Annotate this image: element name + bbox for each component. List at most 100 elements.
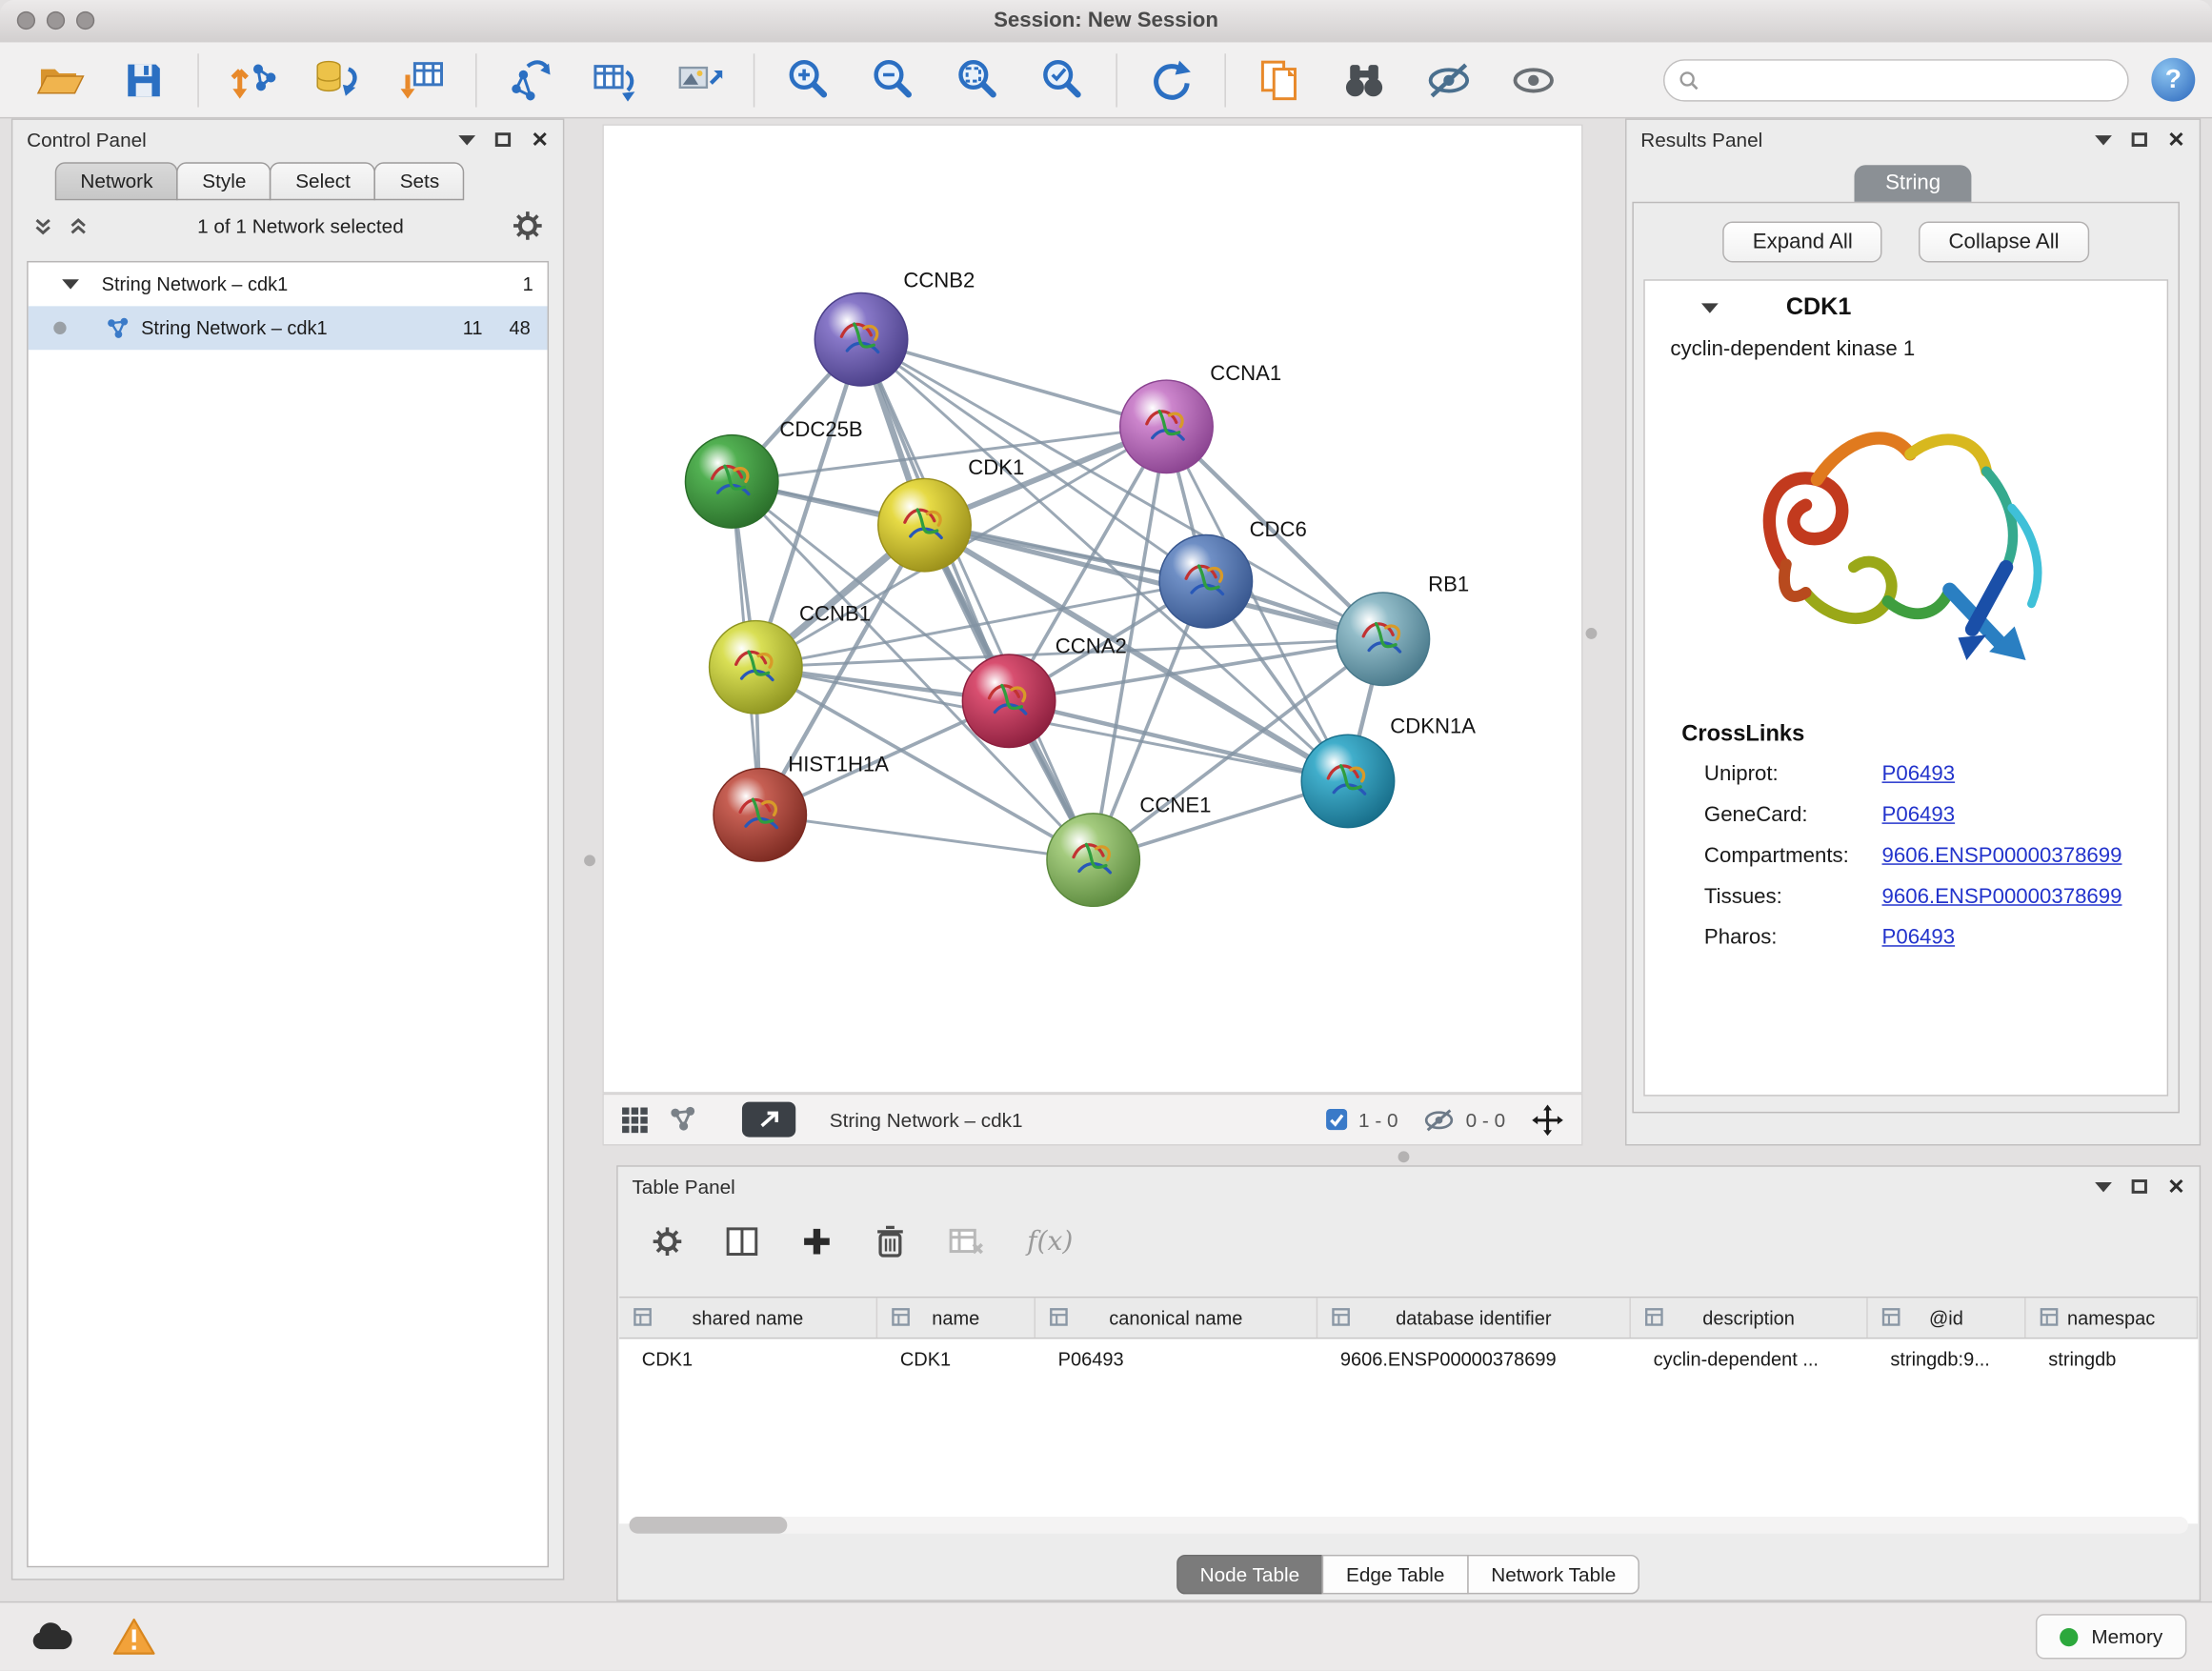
selected-checkbox-icon[interactable] <box>1326 1109 1347 1130</box>
crosslink-link[interactable]: P06493 <box>1882 803 1956 827</box>
delete-column-icon[interactable] <box>875 1224 906 1258</box>
warnings-button[interactable] <box>108 1613 161 1661</box>
birds-eye-view-icon[interactable] <box>621 1105 650 1134</box>
network-node-rb1[interactable] <box>1337 593 1429 685</box>
network-row[interactable]: String Network – cdk1 11 48 <box>29 306 548 350</box>
collapse-section-icon[interactable] <box>1701 303 1719 312</box>
network-node-cdc25b[interactable] <box>685 435 777 528</box>
zoom-selected-button[interactable] <box>1033 50 1092 110</box>
expand-all-icon[interactable] <box>68 215 89 236</box>
zoom-fit-button[interactable] <box>948 50 1007 110</box>
cell-description[interactable]: cyclin-dependent ... <box>1631 1339 1868 1378</box>
cell-canonical-name[interactable]: P06493 <box>1036 1339 1317 1378</box>
network-glyph-icon[interactable] <box>669 1106 697 1133</box>
left-splitter-handle[interactable] <box>584 855 595 866</box>
pan-move-icon[interactable] <box>1531 1102 1565 1137</box>
network-edge[interactable] <box>861 339 1094 859</box>
tab-network[interactable]: Network <box>55 162 178 200</box>
close-window-button[interactable] <box>17 11 35 30</box>
network-node-cdk1[interactable] <box>878 478 971 571</box>
tab-network-table[interactable]: Network Table <box>1467 1555 1639 1594</box>
expand-all-button[interactable]: Expand All <box>1723 222 1882 263</box>
zoom-in-button[interactable] <box>778 50 837 110</box>
apply-layout-button[interactable] <box>1141 50 1200 110</box>
scrollbar-thumb[interactable] <box>629 1517 787 1534</box>
network-node-ccne1[interactable] <box>1047 814 1139 906</box>
import-table-button[interactable] <box>392 50 452 110</box>
network-node-ccna2[interactable] <box>962 654 1055 747</box>
close-panel-icon[interactable]: ✕ <box>2167 1176 2185 1197</box>
tab-edge-table[interactable]: Edge Table <box>1322 1555 1469 1594</box>
import-network-database-button[interactable] <box>308 50 367 110</box>
add-column-icon[interactable] <box>801 1226 833 1258</box>
horizontal-scrollbar[interactable] <box>629 1517 2187 1534</box>
column-header-canonical-name[interactable]: canonical name <box>1036 1298 1317 1337</box>
network-node-ccnb2[interactable] <box>814 293 907 386</box>
float-panel-icon[interactable] <box>2132 132 2147 147</box>
hidden-eye-icon[interactable] <box>1423 1107 1455 1133</box>
tab-sets[interactable]: Sets <box>374 162 465 200</box>
network-node-ccnb1[interactable] <box>710 621 802 714</box>
right-splitter-handle[interactable] <box>1586 628 1598 639</box>
network-node-cdkn1a[interactable] <box>1301 735 1394 827</box>
cell-name[interactable]: CDK1 <box>877 1339 1036 1378</box>
open-session-button[interactable] <box>30 50 89 110</box>
zoom-out-button[interactable] <box>863 50 922 110</box>
column-header-namespace[interactable]: namespac <box>2026 1298 2199 1337</box>
gear-icon[interactable] <box>652 1226 683 1258</box>
panel-menu-icon[interactable] <box>459 134 476 144</box>
cloud-status-button[interactable] <box>26 1613 79 1661</box>
network-edge[interactable] <box>861 339 1166 427</box>
float-panel-icon[interactable] <box>2132 1179 2147 1194</box>
network-edge[interactable] <box>760 815 1094 859</box>
gear-icon[interactable] <box>513 211 544 242</box>
cell-database-identifier[interactable]: 9606.ENSP00000378699 <box>1317 1339 1631 1378</box>
gene-card-header[interactable]: CDK1 <box>1645 281 2167 334</box>
import-network-file-button[interactable] <box>223 50 282 110</box>
search-input[interactable] <box>1663 58 2129 100</box>
network-graph[interactable]: CCNB2CCNA1CDC25BCDK1CDC6RB1CCNB1CCNA2CDK… <box>604 126 1581 1092</box>
export-image-button[interactable] <box>670 50 729 110</box>
crosslink-link[interactable]: P06493 <box>1882 925 1956 949</box>
tab-string[interactable]: String <box>1855 165 1972 202</box>
panel-menu-icon[interactable] <box>2096 1181 2113 1191</box>
network-collection-row[interactable]: String Network – cdk1 1 <box>29 262 548 306</box>
crosslink-link[interactable]: 9606.ENSP00000378699 <box>1882 885 2122 909</box>
crosslink-link[interactable]: P06493 <box>1882 762 1956 786</box>
detach-view-button[interactable] <box>742 1102 795 1137</box>
panel-menu-icon[interactable] <box>2096 134 2113 144</box>
cell-shared-name[interactable]: CDK1 <box>619 1339 877 1378</box>
tree-expand-icon[interactable] <box>62 279 79 289</box>
help-button[interactable]: ? <box>2151 58 2195 102</box>
show-all-button[interactable] <box>1504 50 1563 110</box>
tab-node-table[interactable]: Node Table <box>1176 1555 1323 1594</box>
bottom-splitter-handle[interactable] <box>1398 1151 1410 1162</box>
network-node-cdc6[interactable] <box>1159 534 1252 627</box>
new-network-button[interactable] <box>501 50 560 110</box>
save-session-button[interactable] <box>114 50 173 110</box>
cell-id[interactable]: stringdb:9... <box>1868 1339 2026 1378</box>
first-neighbors-button[interactable] <box>1335 50 1394 110</box>
memory-button[interactable]: Memory <box>2037 1614 2187 1659</box>
minimize-window-button[interactable] <box>47 11 65 30</box>
zoom-window-button[interactable] <box>76 11 94 30</box>
column-header-shared-name[interactable]: shared name <box>619 1298 877 1337</box>
column-header-description[interactable]: description <box>1631 1298 1868 1337</box>
network-edge[interactable] <box>1009 701 1348 781</box>
collapse-all-icon[interactable] <box>32 215 53 236</box>
new-network-table-button[interactable] <box>586 50 645 110</box>
tab-style[interactable]: Style <box>177 162 271 200</box>
show-columns-icon[interactable] <box>725 1226 759 1258</box>
table-row[interactable]: CDK1 CDK1 P06493 9606.ENSP00000378699 cy… <box>619 1339 2198 1378</box>
cell-namespace[interactable]: stringdb <box>2026 1339 2199 1378</box>
hide-selected-button[interactable] <box>1419 50 1478 110</box>
crosslink-link[interactable]: 9606.ENSP00000378699 <box>1882 844 2122 868</box>
float-panel-icon[interactable] <box>495 132 511 147</box>
documents-button[interactable] <box>1250 50 1309 110</box>
column-header-name[interactable]: name <box>877 1298 1036 1337</box>
column-header-id[interactable]: @id <box>1868 1298 2026 1337</box>
column-header-database-identifier[interactable]: database identifier <box>1317 1298 1631 1337</box>
close-panel-icon[interactable]: ✕ <box>531 130 549 151</box>
network-view[interactable]: CCNB2CCNA1CDC25BCDK1CDC6RB1CCNB1CCNA2CDK… <box>602 124 1582 1093</box>
network-node-ccna1[interactable] <box>1120 380 1213 473</box>
